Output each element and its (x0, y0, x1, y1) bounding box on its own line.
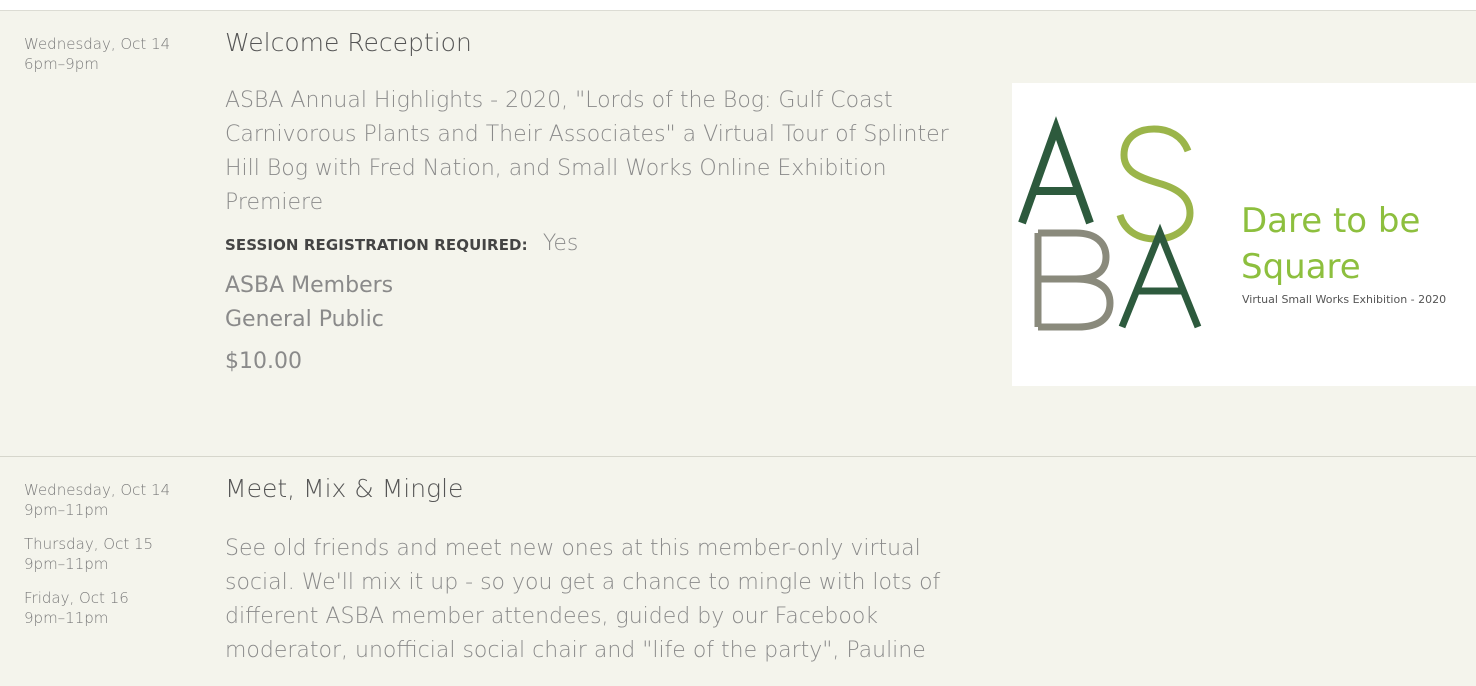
date-block: Thursday, Oct 15 9pm–11pm (24, 534, 204, 574)
session-dates: Wednesday, Oct 14 9pm–11pm Thursday, Oct… (24, 480, 204, 642)
registration-row: SESSION REGISTRATION REQUIRED: Yes (225, 231, 578, 256)
audience-item: ASBA Members (225, 273, 394, 298)
logo-letter-a-top (1018, 116, 1094, 225)
audience-item: General Public (225, 307, 384, 332)
session-description: ASBA Annual Highlights - 2020, "Lords of… (225, 88, 949, 215)
session-date: Wednesday, Oct 14 (24, 481, 171, 499)
logo-letter-b (1034, 229, 1114, 331)
session-time: 6pm–9pm (24, 55, 99, 73)
session-date: Thursday, Oct 15 (24, 535, 154, 553)
session-item: Wednesday, Oct 14 9pm–11pm Thursday, Oct… (0, 457, 1476, 686)
promo-headline: Dare to be Square (1241, 201, 1421, 287)
date-block: Wednesday, Oct 14 6pm–9pm (24, 34, 204, 74)
logo-letter-s (1116, 125, 1194, 243)
session-title[interactable]: Meet, Mix & Mingle (225, 473, 463, 505)
session-time: 9pm–11pm (24, 555, 109, 573)
promo-subtitle: Virtual Small Works Exhibition - 2020 (1242, 293, 1447, 306)
session-time: 9pm–11pm (24, 501, 109, 519)
date-block: Wednesday, Oct 14 9pm–11pm (24, 480, 204, 520)
top-border (0, 0, 1476, 11)
session-time: 9pm–11pm (24, 609, 109, 627)
session-price: $10.00 (225, 349, 302, 374)
session-title[interactable]: Welcome Reception (225, 27, 472, 59)
logo-letter-a-bottom (1118, 223, 1202, 329)
session-list: Wednesday, Oct 14 6pm–9pm Welcome Recept… (0, 0, 1476, 686)
registration-label: SESSION REGISTRATION REQUIRED: (225, 236, 528, 254)
registration-value: Yes (542, 231, 579, 256)
session-date: Wednesday, Oct 14 (24, 35, 171, 53)
date-block: Friday, Oct 16 9pm–11pm (24, 588, 204, 628)
session-item: Wednesday, Oct 14 6pm–9pm Welcome Recept… (0, 11, 1476, 456)
session-dates: Wednesday, Oct 14 6pm–9pm (24, 34, 204, 88)
session-image[interactable]: Dare to be Square Virtual Small Works Ex… (1012, 83, 1476, 386)
audience-list: ASBA Members General Public (225, 269, 393, 337)
session-description: See old friends and meet new ones at thi… (225, 536, 941, 663)
session-date: Friday, Oct 16 (24, 589, 129, 607)
